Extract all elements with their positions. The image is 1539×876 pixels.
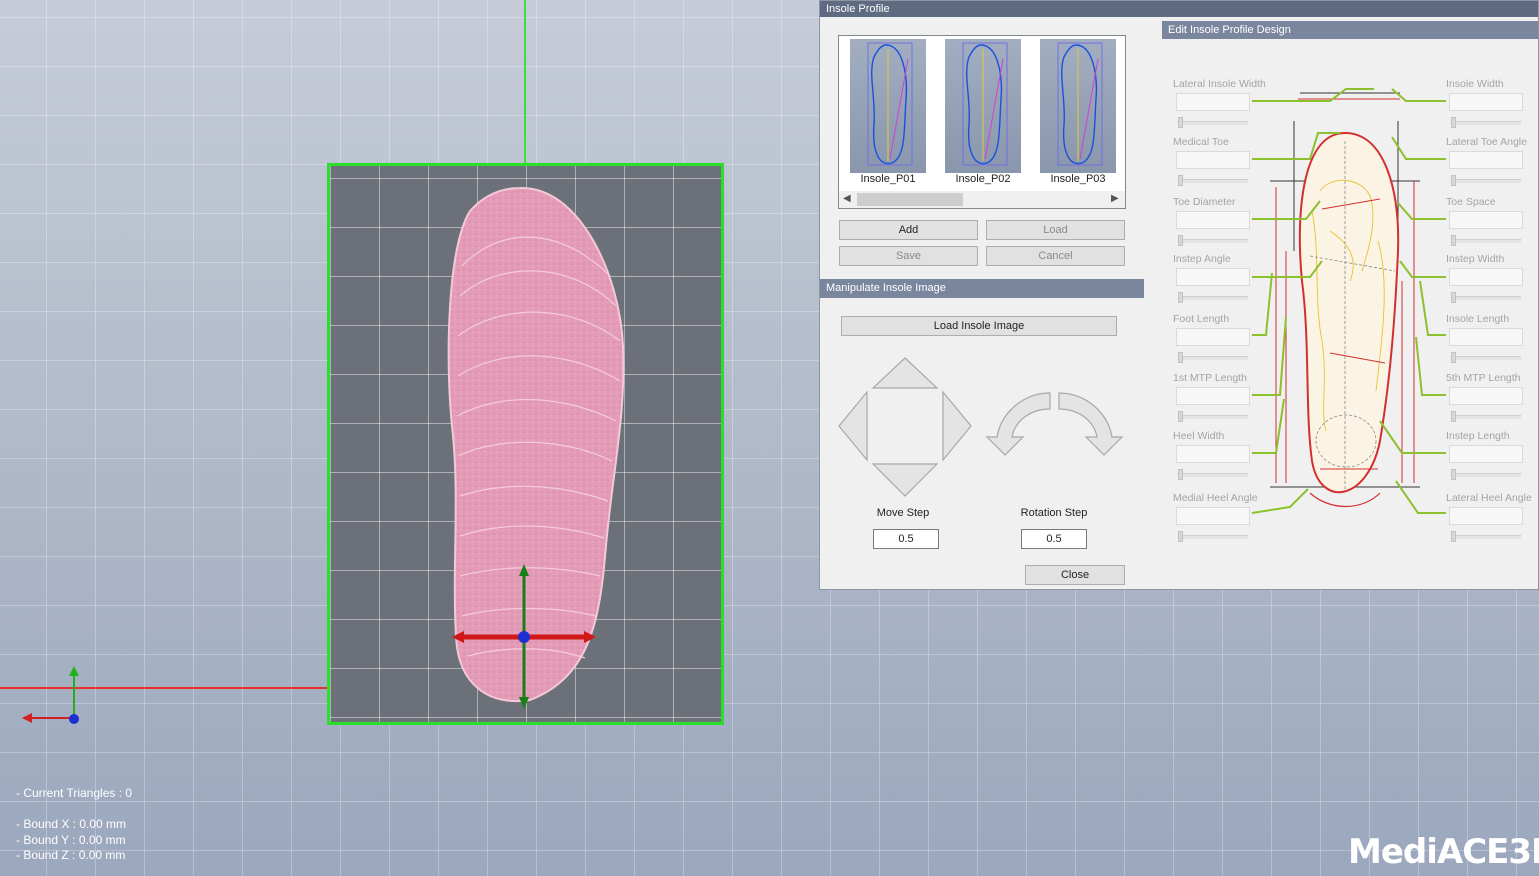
insole-profile-panel: Insole Profile Insole_P01 Insole_P02 Ins…	[819, 0, 1539, 590]
field-connector-lines	[1251, 88, 1446, 514]
design-title: Edit Insole Profile Design	[1162, 21, 1538, 39]
scroll-right-icon[interactable]: ▶	[1111, 193, 1119, 204]
add-button[interactable]: Add	[839, 220, 978, 240]
thumbnail-scrollbar[interactable]: ◀ ▶	[839, 191, 1125, 208]
move-gizmo[interactable]	[448, 560, 600, 715]
move-step-label: Move Step	[876, 507, 930, 519]
bound-y: - Bound Y : 0.00 mm	[16, 833, 126, 847]
cancel-button[interactable]: Cancel	[986, 246, 1125, 266]
move-arrow-pad	[838, 357, 972, 497]
profile-thumb-p03[interactable]	[1040, 39, 1116, 173]
save-button[interactable]: Save	[839, 246, 978, 266]
profile-thumb-p01[interactable]	[850, 39, 926, 173]
manipulate-title: Manipulate Insole Image	[820, 279, 1144, 298]
panel-title: Insole Profile	[820, 1, 1538, 17]
move-step-input[interactable]: 0.5	[873, 529, 939, 549]
profile-thumbnail-list[interactable]: Insole_P01 Insole_P02 Insole_P03 ◀ ▶	[838, 35, 1126, 209]
rotation-step-label: Rotation Step	[1020, 507, 1088, 519]
bound-x: - Bound X : 0.00 mm	[16, 817, 127, 831]
scroll-left-icon[interactable]: ◀	[843, 193, 851, 204]
insole-outline-icon	[962, 42, 1008, 166]
load-insole-image-button[interactable]: Load Insole Image	[841, 316, 1117, 336]
axis-indicator-icon	[22, 666, 79, 724]
close-button[interactable]: Close	[1025, 565, 1125, 585]
rotate-cw-icon[interactable]	[1058, 392, 1124, 456]
insole-outline-icon	[867, 42, 913, 166]
profile-label-p03[interactable]: Insole_P03	[1030, 173, 1126, 185]
profile-label-p01[interactable]: Insole_P01	[840, 173, 936, 185]
move-down-icon[interactable]	[871, 463, 939, 497]
rotate-ccw-icon[interactable]	[985, 392, 1051, 456]
move-up-icon[interactable]	[871, 357, 939, 389]
profile-label-p02[interactable]: Insole_P02	[935, 173, 1031, 185]
bound-z: - Bound Z : 0.00 mm	[16, 848, 126, 862]
triangles-count: - Current Triangles : 0	[16, 786, 133, 800]
rotation-step-input[interactable]: 0.5	[1021, 529, 1087, 549]
scrollbar-thumb[interactable]	[857, 193, 963, 206]
load-button[interactable]: Load	[986, 220, 1125, 240]
profile-thumb-p02[interactable]	[945, 39, 1021, 173]
move-right-icon[interactable]	[942, 390, 972, 462]
move-left-icon[interactable]	[838, 390, 868, 462]
mediace3d-logo: MediACE3D	[1348, 832, 1539, 872]
rotate-arrows	[985, 392, 1124, 456]
insole-outline-icon	[1057, 42, 1103, 166]
